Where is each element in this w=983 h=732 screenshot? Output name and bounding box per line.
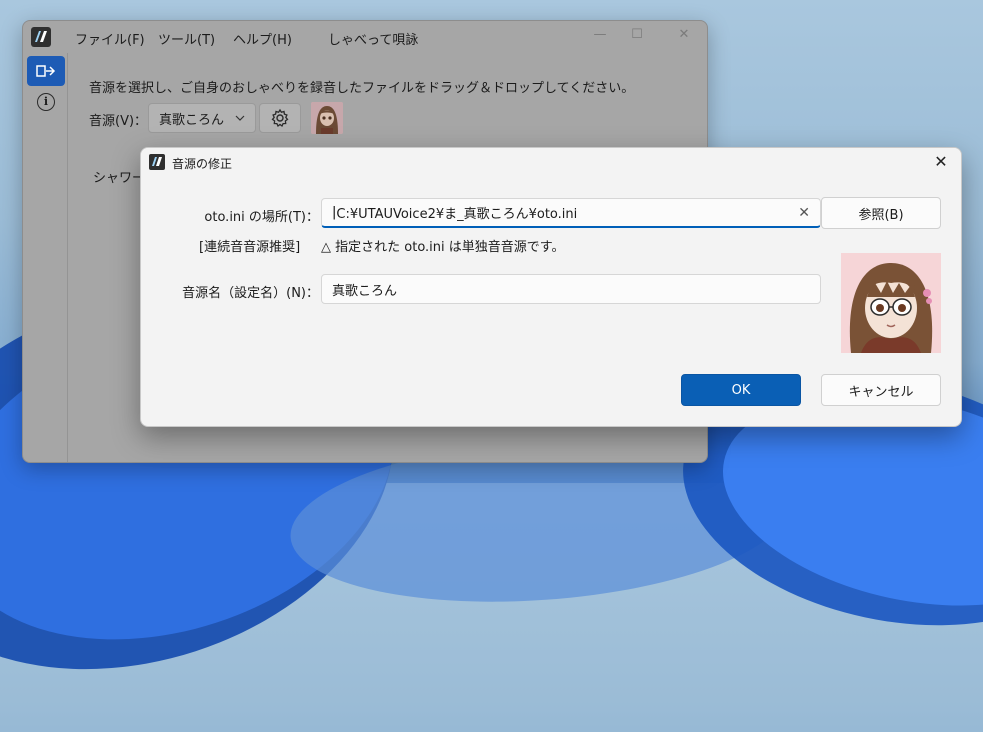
info-icon: i: [37, 93, 55, 111]
menu-tools[interactable]: ツール(T): [158, 29, 215, 48]
title-bar[interactable]: ファイル(F) ツール(T) ヘルプ(H) しゃべって唄詠 — ☐ ✕: [23, 21, 707, 53]
oto-location-label: oto.ini の場所(T)：: [204, 210, 319, 225]
dialog-title-bar[interactable]: 音源の修正 ✕: [141, 148, 961, 178]
dialog-title: 音源の修正: [172, 157, 233, 171]
menu-file[interactable]: ファイル(F): [75, 29, 145, 48]
status-message: △ 指定された oto.ini は単独音音源です。: [321, 240, 565, 255]
edit-voice-dialog: 音源の修正 ✕ oto.ini の場所(T)： | C:¥UTAUVoice2¥ま…: [140, 147, 962, 427]
voice-name-field[interactable]: 真歌ころん: [321, 274, 821, 304]
clear-icon[interactable]: ✕: [798, 205, 810, 221]
voice-portrait: [841, 253, 941, 353]
cancel-button[interactable]: キャンセル: [821, 374, 941, 406]
menu-help[interactable]: ヘルプ(H): [233, 29, 292, 48]
oto-location-value: C:¥UTAUVoice2¥ま_真歌ころん¥oto.ini: [336, 207, 578, 222]
close-icon[interactable]: ✕: [931, 152, 951, 171]
maximize-icon[interactable]: ☐: [626, 27, 648, 42]
voice-label: 音源(V)：: [89, 114, 148, 129]
voice-name-label: 音源名（設定名）(N)：: [182, 286, 319, 301]
ok-button[interactable]: OK: [681, 374, 801, 406]
oto-location-field[interactable]: | C:¥UTAUVoice2¥ま_真歌ころん¥oto.ini ✕: [321, 198, 821, 228]
close-icon[interactable]: ✕: [673, 27, 695, 42]
sidebar-item-switch[interactable]: [27, 56, 65, 86]
menu-shabette[interactable]: しゃべって唄詠: [328, 29, 418, 48]
switch-icon: [36, 65, 56, 77]
app-logo-icon: [149, 154, 165, 170]
voice-dropdown-value: 真歌ころん: [159, 112, 225, 128]
instruction-text: 音源を選択し、ご自身のおしゃべりを録音したファイルをドラッグ＆ドロップしてくださ…: [89, 81, 635, 96]
sidebar: i: [23, 53, 68, 462]
voice-dropdown[interactable]: 真歌ころん: [148, 103, 256, 133]
status-tag: [連続音音源推奨]: [199, 240, 301, 255]
minimize-icon[interactable]: —: [589, 27, 611, 42]
browse-button[interactable]: 参照(B): [821, 197, 941, 229]
chevron-down-icon: [235, 115, 245, 121]
voice-settings-button[interactable]: [259, 103, 301, 133]
voice-name-value: 真歌ころん: [332, 283, 398, 299]
sidebar-item-info[interactable]: i: [27, 87, 65, 117]
gear-icon: [271, 108, 289, 128]
voice-portrait-thumbnail: [311, 102, 343, 134]
app-logo-icon: [31, 27, 51, 47]
